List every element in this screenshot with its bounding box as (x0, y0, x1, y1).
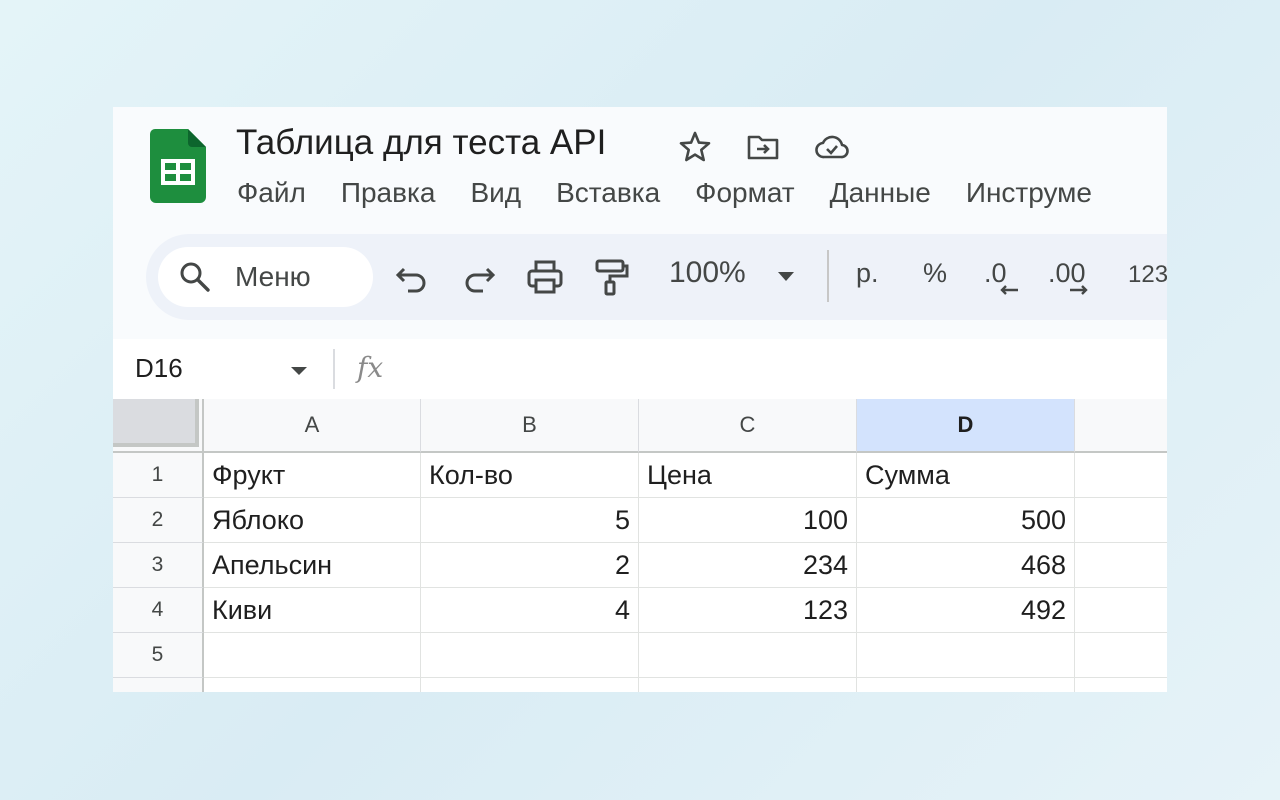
google-sheets-logo[interactable] (150, 129, 206, 203)
name-box-dropdown-icon[interactable] (291, 367, 307, 375)
sheets-window: Таблица для теста API Файл Правка Вид Вс… (113, 107, 1167, 692)
cell-b1[interactable]: Кол-во (421, 453, 639, 498)
redo-icon[interactable] (457, 255, 501, 299)
cell-c1[interactable]: Цена (639, 453, 857, 498)
column-header-a[interactable]: A (204, 399, 421, 453)
column-header-c[interactable]: C (639, 399, 857, 453)
cell-a4[interactable]: Киви (204, 588, 421, 633)
print-icon[interactable] (523, 255, 567, 299)
cell-b5[interactable] (421, 633, 639, 678)
cell-c4[interactable]: 123 (639, 588, 857, 633)
menu-tools[interactable]: Инструме (966, 177, 1092, 215)
name-box[interactable]: D16 (135, 353, 183, 384)
cell-b4[interactable]: 4 (421, 588, 639, 633)
row-header-6[interactable] (113, 678, 204, 692)
cell-c2[interactable]: 100 (639, 498, 857, 543)
cell-e2[interactable] (1075, 498, 1167, 543)
cell-b2[interactable]: 5 (421, 498, 639, 543)
cell-c6[interactable] (639, 678, 857, 692)
cell-a5[interactable] (204, 633, 421, 678)
arrow-left-icon (1000, 285, 1018, 295)
undo-icon[interactable] (390, 255, 434, 299)
row-header-4[interactable]: 4 (113, 588, 204, 633)
percent-format-button[interactable]: % (923, 258, 947, 289)
move-to-folder-icon[interactable] (745, 129, 781, 165)
menu-view[interactable]: Вид (470, 177, 521, 215)
row-header-1[interactable]: 1 (113, 453, 204, 498)
increase-decimal-button[interactable]: .00 (1048, 258, 1088, 295)
zoom-dropdown-icon[interactable] (778, 272, 794, 281)
select-all-corner-inner (113, 399, 199, 447)
column-header-e[interactable] (1075, 399, 1167, 453)
formula-bar: D16 fx (113, 339, 1167, 399)
menu-file[interactable]: Файл (237, 177, 306, 215)
menu-insert[interactable]: Вставка (556, 177, 660, 215)
cell-a2[interactable]: Яблоко (204, 498, 421, 543)
cell-a1[interactable]: Фрукт (204, 453, 421, 498)
cloud-saved-icon[interactable] (814, 129, 850, 165)
cell-a3[interactable]: Апельсин (204, 543, 421, 588)
formula-bar-divider (333, 349, 335, 389)
paint-format-icon[interactable] (589, 255, 633, 299)
menu-edit[interactable]: Правка (341, 177, 436, 215)
search-label: Меню (235, 261, 311, 292)
fx-icon: fx (357, 351, 384, 384)
cell-e1[interactable] (1075, 453, 1167, 498)
cell-c3[interactable]: 234 (639, 543, 857, 588)
toolbar-divider (827, 250, 829, 302)
search-icon (180, 262, 210, 292)
star-icon[interactable] (677, 129, 713, 165)
row-header-2[interactable]: 2 (113, 498, 204, 543)
spreadsheet-grid: A B C D 1 2 3 4 5 Фрукт Кол-во Цена Сумм… (113, 399, 1167, 692)
cell-e3[interactable] (1075, 543, 1167, 588)
cell-d2[interactable]: 500 (857, 498, 1075, 543)
arrow-right-icon (1070, 285, 1088, 295)
cell-d1[interactable]: Сумма (857, 453, 1075, 498)
currency-format-button[interactable]: р. (856, 258, 879, 289)
document-title[interactable]: Таблица для теста API (236, 123, 606, 163)
decrease-decimal-button[interactable]: .0 (984, 258, 1018, 295)
cell-b3[interactable]: 2 (421, 543, 639, 588)
column-header-b[interactable]: B (421, 399, 639, 453)
cell-e4[interactable] (1075, 588, 1167, 633)
row-header-5[interactable]: 5 (113, 633, 204, 678)
more-formats-button[interactable]: 123 (1128, 261, 1167, 289)
column-header-d[interactable]: D (857, 399, 1075, 453)
cell-d4[interactable]: 492 (857, 588, 1075, 633)
cell-c5[interactable] (639, 633, 857, 678)
select-all-corner[interactable] (113, 399, 204, 453)
row-header-3[interactable]: 3 (113, 543, 204, 588)
cell-d5[interactable] (857, 633, 1075, 678)
menu-bar: Файл Правка Вид Вставка Формат Данные Ин… (237, 177, 1127, 215)
menu-format[interactable]: Формат (695, 177, 794, 215)
cell-e5[interactable] (1075, 633, 1167, 678)
menu-search[interactable]: Меню (158, 247, 373, 307)
cell-d3[interactable]: 468 (857, 543, 1075, 588)
zoom-select[interactable]: 100% (669, 256, 746, 290)
cell-b6[interactable] (421, 678, 639, 692)
menu-data[interactable]: Данные (830, 177, 931, 215)
cell-a6[interactable] (204, 678, 421, 692)
toolbar: Меню 100% р. % .0 .00 123 (146, 234, 1167, 320)
cell-d6[interactable] (857, 678, 1075, 692)
